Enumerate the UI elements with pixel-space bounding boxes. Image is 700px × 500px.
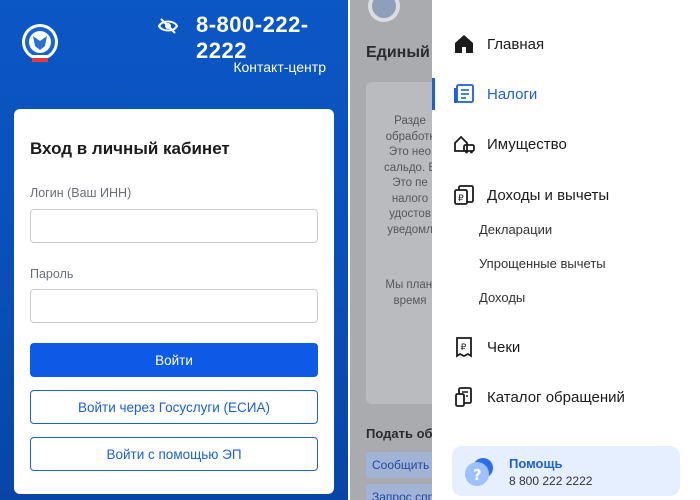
fns-emblem-icon bbox=[368, 0, 400, 22]
help-phone[interactable]: 8 800 222 2222 bbox=[509, 474, 592, 488]
hotline-phone[interactable]: 8-800-222-2222 bbox=[196, 12, 348, 64]
menu-item-label: Каталог обращений bbox=[487, 388, 625, 406]
help-card[interactable]: ? Помощь 8 800 222 2222 bbox=[452, 446, 680, 496]
menu-item-property[interactable]: Имущество bbox=[432, 124, 700, 164]
fns-emblem-icon bbox=[22, 24, 58, 62]
submenu-item-income[interactable]: Доходы bbox=[479, 290, 525, 305]
menu-item-label: Имущество bbox=[487, 135, 567, 153]
navigation-drawer: Главная Налоги Имущество ₽ Доходы и выче… bbox=[432, 0, 700, 500]
menu-screen: Единый Разде обработк Это нео сальдо. E … bbox=[350, 0, 700, 500]
income-icon: ₽ bbox=[454, 185, 474, 205]
login-card: Вход в личный кабинет Логин (Ваш ИНН) Па… bbox=[14, 109, 334, 494]
login-button[interactable]: Войти bbox=[30, 343, 318, 377]
home-icon bbox=[455, 35, 473, 53]
question-icon: ? bbox=[465, 458, 493, 486]
menu-item-label: Доходы и вычеты bbox=[487, 186, 610, 204]
tax-document-icon bbox=[454, 84, 474, 103]
help-title: Помощь bbox=[509, 456, 563, 471]
background-page-title: Единый bbox=[366, 44, 430, 61]
receipt-icon: ₽ bbox=[456, 337, 472, 358]
menu-item-taxes[interactable]: Налоги bbox=[432, 74, 700, 114]
ep-login-button[interactable]: Войти с помощью ЭП bbox=[30, 437, 318, 471]
menu-item-label: Чеки bbox=[487, 338, 521, 356]
menu-item-receipts[interactable]: ₽ Чеки bbox=[432, 327, 700, 367]
svg-text:?: ? bbox=[473, 466, 482, 484]
login-label: Логин (Ваш ИНН) bbox=[30, 186, 132, 200]
contact-center-link[interactable]: Контакт-центр bbox=[233, 59, 326, 75]
catalog-icon bbox=[455, 387, 472, 407]
background-subtitle: Подать об bbox=[366, 426, 433, 441]
login-title: Вход в личный кабинет bbox=[30, 139, 230, 158]
accessibility-eye-icon[interactable] bbox=[157, 15, 179, 37]
menu-item-catalog[interactable]: Каталог обращений bbox=[432, 377, 700, 417]
password-input[interactable] bbox=[30, 289, 318, 323]
svg-text:₽: ₽ bbox=[458, 194, 464, 204]
login-screen: 8-800-222-2222 Контакт-центр Вход в личн… bbox=[0, 0, 348, 500]
gosuslugi-login-button[interactable]: Войти через Госуслуги (ЕСИА) bbox=[30, 390, 318, 424]
menu-item-income[interactable]: ₽ Доходы и вычеты bbox=[432, 175, 700, 215]
svg-text:₽: ₽ bbox=[461, 343, 467, 353]
menu-item-label: Главная bbox=[487, 35, 545, 53]
submenu-item-declarations[interactable]: Декларации bbox=[479, 222, 552, 237]
property-icon bbox=[454, 135, 475, 154]
login-input[interactable] bbox=[30, 209, 318, 243]
menu-item-home[interactable]: Главная bbox=[432, 24, 700, 64]
menu-item-label: Налоги bbox=[487, 85, 538, 103]
password-label: Пароль bbox=[30, 267, 74, 281]
submenu-item-simplified-deductions[interactable]: Упрощенные вычеты bbox=[479, 256, 606, 271]
